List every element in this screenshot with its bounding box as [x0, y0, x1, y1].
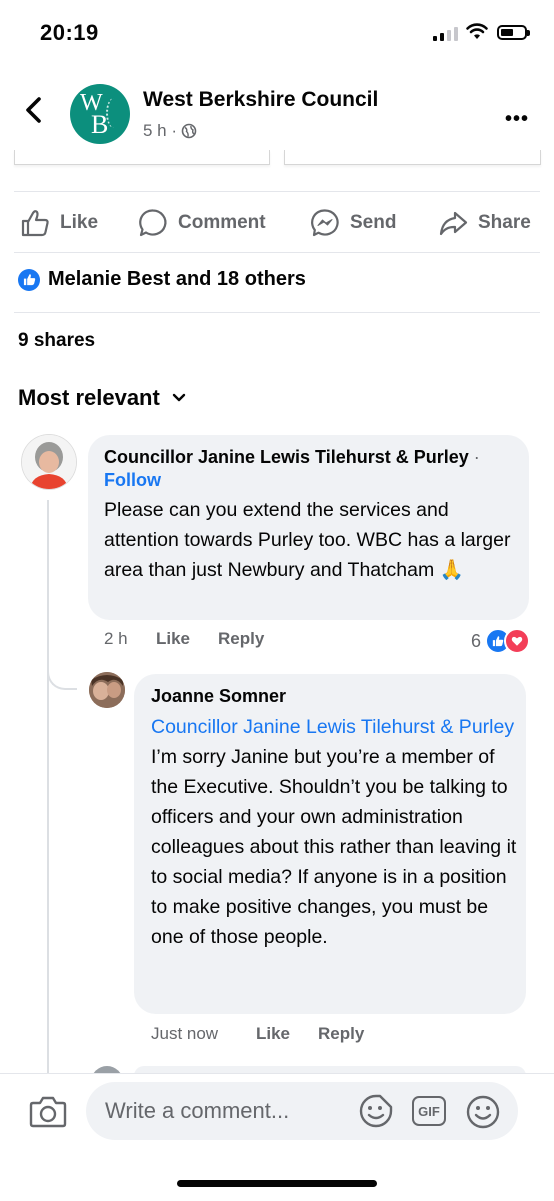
comment-reply-button[interactable]: Reply [318, 1024, 364, 1044]
chevron-down-icon [172, 393, 186, 402]
thread-line [47, 500, 49, 1075]
avatar[interactable] [22, 435, 76, 489]
comment-text: Please can you extend the services and a… [104, 499, 511, 581]
camera-icon[interactable] [29, 1093, 67, 1129]
post-time-text: 5 h · [143, 121, 178, 140]
comment-sort-dropdown[interactable]: Most relevant [18, 385, 186, 411]
share-button[interactable]: Share [438, 208, 531, 238]
mention-link[interactable]: Councillor Janine Lewis Tilehurst & Purl… [151, 716, 514, 738]
sort-label: Most relevant [18, 385, 160, 410]
comment-author[interactable]: Councillor Janine Lewis Tilehurst & Purl… [104, 447, 469, 467]
avatar[interactable] [89, 672, 125, 708]
sticker-icon[interactable] [358, 1093, 394, 1129]
comment-reply-button[interactable]: Reply [218, 629, 264, 649]
share-label: Share [478, 212, 531, 233]
gif-icon[interactable]: GIF [412, 1096, 446, 1126]
share-icon [439, 211, 468, 236]
love-reaction-icon [504, 628, 531, 654]
send-button[interactable]: Send [310, 208, 396, 238]
home-indicator[interactable] [177, 1180, 377, 1187]
comment-author[interactable]: Joanne Somner [151, 686, 286, 707]
reactions-summary[interactable]: Melanie Best and 18 others [18, 268, 306, 291]
comment-input-placeholder: Write a comment... [105, 1098, 290, 1123]
post-image-left[interactable] [14, 150, 270, 165]
comment-reactions[interactable]: 6 [471, 628, 531, 654]
page-name[interactable]: West Berkshire Council [143, 88, 378, 112]
comment-icon [139, 209, 167, 237]
like-icon [21, 210, 49, 237]
thread-connector [47, 660, 77, 690]
like-button[interactable]: Like [20, 208, 98, 238]
like-reaction-icon [18, 268, 40, 291]
post-timestamp[interactable]: 5 h · [143, 121, 197, 141]
comment-bubble[interactable]: Councillor Janine Lewis Tilehurst & Purl… [88, 435, 529, 620]
cellular-signal-icon [433, 27, 458, 41]
comment-like-button[interactable]: Like [256, 1024, 290, 1044]
reaction-count: 6 [471, 630, 482, 651]
comment-bubble[interactable]: Joanne Somner Councillor Janine Lewis Ti… [134, 674, 526, 1014]
divider [14, 191, 540, 192]
shares-count[interactable]: 9 shares [18, 330, 95, 352]
back-arrow-icon[interactable] [22, 96, 46, 124]
wifi-icon [466, 23, 488, 39]
comment-time: Just now [151, 1024, 219, 1043]
comment-label: Comment [178, 212, 266, 233]
post-image-right[interactable] [284, 150, 541, 165]
reply-body: I’m sorry Janine but you’re a member of … [151, 746, 517, 948]
like-label: Like [60, 212, 99, 233]
send-label: Send [350, 212, 397, 233]
battery-icon [497, 25, 530, 40]
divider [14, 252, 540, 253]
divider [14, 312, 540, 313]
comment-text: Councillor Janine Lewis Tilehurst & Purl… [151, 712, 521, 952]
follow-button[interactable]: Follow [104, 470, 161, 491]
comment-like-button[interactable]: Like [156, 629, 190, 649]
status-time: 20:19 [40, 20, 99, 45]
comment-time: 2 h [104, 629, 128, 648]
comment-button[interactable]: Comment [138, 208, 266, 238]
globe-icon [181, 123, 197, 139]
reactions-text: Melanie Best and 18 others [48, 268, 306, 290]
messenger-icon [311, 209, 339, 237]
page-avatar-logo[interactable]: WB [70, 84, 130, 144]
separator-dot: · [473, 447, 480, 467]
more-icon[interactable]: ••• [505, 108, 529, 131]
emoji-icon[interactable] [465, 1094, 501, 1130]
